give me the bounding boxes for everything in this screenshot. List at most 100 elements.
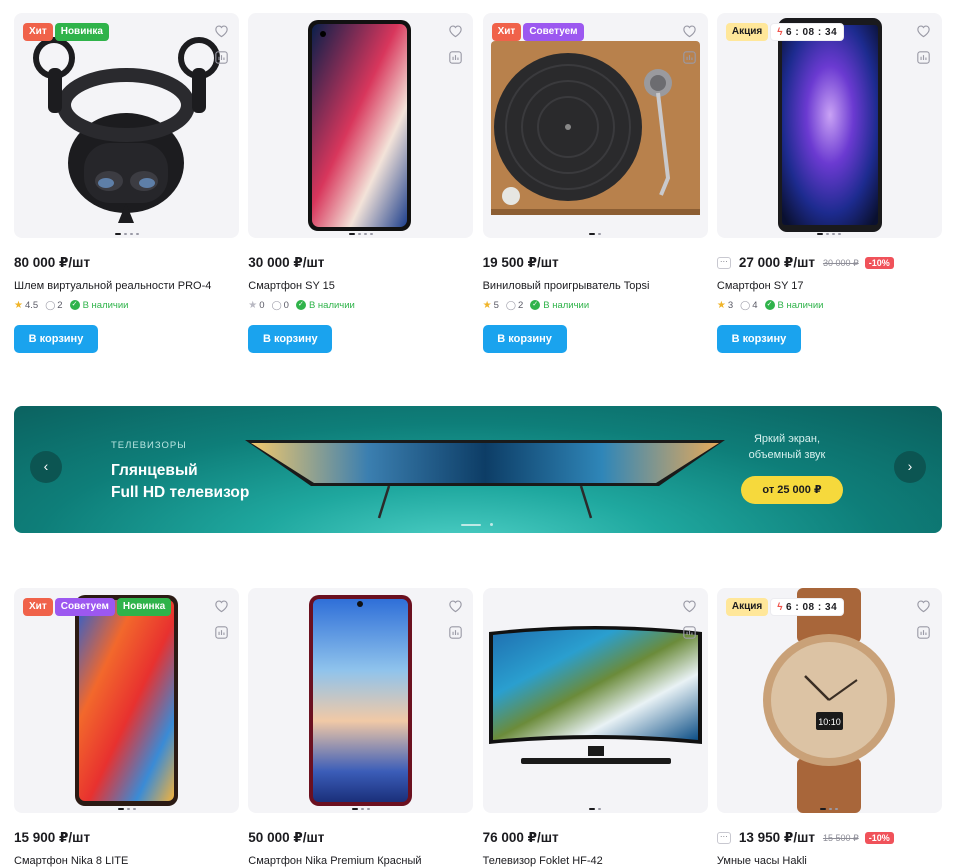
product-price: 80 000 ₽/шт	[14, 255, 91, 270]
more-options-icon[interactable]: ···	[716, 257, 731, 269]
image-pager	[248, 808, 473, 810]
badge-hit: Хит	[23, 598, 53, 616]
favorite-heart-icon[interactable]	[681, 597, 699, 615]
product-image[interactable]	[248, 588, 474, 813]
image-pager	[717, 808, 942, 810]
favorite-heart-icon[interactable]	[915, 22, 933, 40]
add-to-cart-button[interactable]: В корзину	[14, 325, 98, 353]
banner-price-button[interactable]: от 25 000 ₽	[741, 476, 843, 504]
badge-list: Акция ϟ6 : 08 : 34	[725, 598, 845, 616]
badge-recommend: Советуем	[54, 598, 115, 616]
product-image[interactable]	[248, 13, 474, 238]
star-icon: ★	[716, 299, 726, 311]
watch-face-time: 10:10	[818, 717, 841, 727]
product-grid-bottom: Хит Советуем Новинка 15 900 ₽/шт Смартфо…	[14, 588, 942, 867]
favorite-heart-icon[interactable]	[446, 597, 464, 615]
product-card: Акция ϟ6 : 08 : 34 10:10 ··· 13 950 ₽/шт…	[716, 588, 942, 867]
product-price: 50 000 ₽/шт	[248, 830, 325, 845]
lightning-icon: ϟ	[777, 27, 784, 38]
badge-new: Новинка	[116, 598, 172, 616]
in-stock-status: ✓ В наличии	[69, 300, 128, 311]
product-title[interactable]: Смартфон SY 15	[248, 280, 473, 292]
product-image[interactable]	[482, 588, 708, 813]
old-price: 15 500 ₽	[822, 832, 859, 843]
rating-value: 4.5	[24, 299, 39, 311]
favorite-heart-icon[interactable]	[915, 597, 933, 615]
product-meta: ★ 3 ◯ 4 ✓ В наличии	[717, 298, 942, 312]
favorite-heart-icon[interactable]	[446, 22, 464, 40]
product-meta: ★ 4.5 ◯ 2 ✓ В наличии	[14, 298, 239, 312]
product-price: 27 000 ₽/шт	[738, 255, 815, 270]
image-pager	[14, 808, 239, 810]
product-image[interactable]: Хит Советуем Новинка	[14, 588, 239, 813]
smartphone-image	[75, 595, 178, 806]
comment-icon: ◯	[740, 299, 751, 310]
rating-value: 5	[493, 299, 499, 311]
comments-count: 0	[283, 299, 289, 311]
comment-icon: ◯	[505, 299, 516, 310]
favorite-heart-icon[interactable]	[212, 22, 230, 40]
compare-chart-icon[interactable]	[212, 48, 230, 66]
more-options-icon[interactable]: ···	[716, 832, 731, 844]
product-title[interactable]: Виниловый проигрыватель Topsi	[483, 280, 708, 292]
comment-icon: ◯	[45, 299, 56, 310]
product-title[interactable]: Телевизор Foklet HF-42	[483, 855, 708, 867]
favorite-heart-icon[interactable]	[681, 22, 699, 40]
countdown-timer: ϟ6 : 08 : 34	[770, 23, 845, 41]
smartwatch-image: 10:10	[762, 588, 895, 813]
tv-image	[488, 626, 702, 764]
banner-pager	[461, 523, 493, 526]
banner-category: ТЕЛЕВИЗОРЫ	[111, 440, 187, 451]
turntable-image	[490, 41, 700, 215]
product-image[interactable]: Хит Новинка	[14, 13, 239, 238]
product-image[interactable]: Акция ϟ6 : 08 : 34	[716, 13, 942, 238]
banner-pager-dot[interactable]	[461, 523, 481, 526]
compare-chart-icon[interactable]	[446, 623, 464, 641]
in-stock-status: ✓ В наличии	[295, 300, 355, 311]
product-title[interactable]: Смартфон Nika 8 LITE	[14, 855, 239, 867]
badge-hit: Хит	[491, 23, 522, 41]
promo-banner[interactable]: ТЕЛЕВИЗОРЫ Глянцевый Full HD телевизор Я…	[14, 406, 942, 533]
product-title[interactable]: Умные часы Hakli	[717, 855, 942, 867]
add-to-cart-button[interactable]: В корзину	[482, 325, 567, 353]
smartphone-image	[777, 18, 882, 232]
check-icon: ✓	[69, 300, 80, 310]
compare-chart-icon[interactable]	[446, 48, 464, 66]
banner-subtitle: Яркий экран, объемный звук	[748, 433, 826, 461]
product-grid-top: Хит Новинка 80 000 ₽/шт Шлем виртуальной…	[14, 13, 942, 353]
countdown-timer: ϟ6 : 08 : 34	[770, 598, 845, 616]
check-icon: ✓	[530, 300, 541, 310]
badge-list: Хит Новинка	[23, 23, 109, 41]
product-title[interactable]: Шлем виртуальной реальности PRO-4	[14, 280, 239, 292]
badge-promo: Акция	[725, 598, 769, 616]
add-to-cart-button[interactable]: В корзину	[248, 325, 333, 353]
product-card: Акция ϟ6 : 08 : 34 ··· 27 000 ₽/шт 30 00…	[716, 13, 942, 353]
rating-value: 0	[259, 299, 265, 311]
compare-chart-icon[interactable]	[915, 623, 933, 641]
product-card: Хит Советуем Новинка 15 900 ₽/шт Смартфо…	[14, 588, 239, 867]
smartphone-image	[309, 595, 413, 806]
product-image[interactable]: Хит Советуем	[482, 13, 708, 238]
product-image[interactable]: Акция ϟ6 : 08 : 34 10:10	[716, 588, 942, 813]
compare-chart-icon[interactable]	[915, 48, 933, 66]
star-icon: ★	[482, 299, 492, 311]
add-to-cart-button[interactable]: В корзину	[716, 325, 801, 353]
compare-chart-icon[interactable]	[681, 623, 699, 641]
favorite-heart-icon[interactable]	[212, 597, 230, 615]
product-meta: ★ 0 ◯ 0 ✓ В наличии	[248, 298, 473, 312]
tv-image	[245, 440, 725, 519]
star-icon: ★	[248, 299, 258, 311]
product-price: 76 000 ₽/шт	[482, 830, 559, 845]
banner-pager-dot[interactable]	[490, 523, 493, 526]
chevron-right-icon[interactable]: ›	[894, 451, 926, 483]
lightning-icon: ϟ	[777, 602, 784, 613]
product-title[interactable]: Смартфон Nika Premium Красный	[248, 855, 473, 867]
badge-hit: Хит	[23, 23, 53, 41]
badge-new: Новинка	[54, 23, 109, 41]
compare-chart-icon[interactable]	[212, 623, 230, 641]
old-price: 30 000 ₽	[822, 257, 859, 268]
product-meta: ★ 5 ◯ 2 ✓ В наличии	[483, 298, 708, 312]
product-title[interactable]: Смартфон SY 17	[717, 280, 942, 292]
compare-chart-icon[interactable]	[681, 48, 699, 66]
chevron-left-icon[interactable]: ‹	[30, 451, 62, 483]
